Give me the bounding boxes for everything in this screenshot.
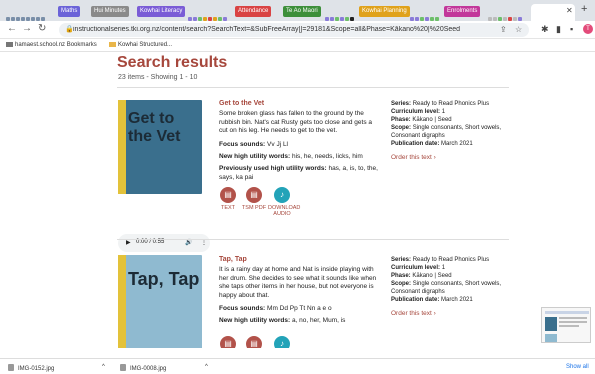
focus-sounds: Focus sounds: Mm Dd Pp Tt Nn a e o: [219, 305, 332, 312]
page-title: Search results: [117, 54, 228, 71]
folder-icon: [109, 42, 116, 47]
address-bar[interactable]: 🔒 instructionalseries.tki.org.nz/content…: [59, 23, 529, 37]
cover-spine: [118, 100, 126, 194]
meta-pubdate: Publication date: March 2021: [391, 297, 473, 303]
tab-te-ao-maori[interactable]: Te Ao Maori: [283, 6, 321, 17]
result-description: It is a rainy day at home and Nat is ins…: [219, 266, 377, 299]
bookmark-folder[interactable]: hamaest.school.nz Bookmarks: [6, 42, 97, 48]
results-count: 23 items - Showing 1 - 10: [118, 74, 198, 81]
image-file-icon: [120, 364, 126, 371]
image-file-icon: [8, 364, 14, 371]
tab-strip: Maths Hui Minutes Kowhai Literacy Attend…: [0, 0, 595, 21]
previous-high-utility-words: Previously used high utility words: has,…: [219, 165, 378, 181]
divider: [117, 239, 509, 240]
divider: [117, 87, 509, 88]
back-icon[interactable]: ←: [7, 23, 17, 34]
extensions-icon[interactable]: ✱: [541, 24, 549, 35]
download-audio-button[interactable]: ♪ DOWNLOAD AUDIO: [268, 187, 300, 217]
new-high-utility-words: New high utility words: his, he, needs, …: [219, 153, 363, 160]
book-icon: ▤: [220, 336, 236, 348]
tab-kowhai-planning[interactable]: Kowhai Planning: [359, 6, 410, 17]
profile-avatar[interactable]: T: [583, 24, 593, 34]
bookmarks-icon: [6, 42, 13, 47]
order-text-link[interactable]: Order this text ›: [391, 154, 436, 161]
chevron-up-icon[interactable]: ^: [102, 364, 105, 370]
bookmark-item[interactable]: Kowhai Structured...: [109, 42, 172, 48]
book-cover[interactable]: Tap, Tap: [118, 255, 202, 348]
result-meta: Series: Ready to Read Phonics Plus Curri…: [391, 100, 511, 148]
tab-maths[interactable]: Maths: [58, 6, 81, 17]
meta-scope: Scope: Single consonants, Short vowels, …: [391, 125, 502, 139]
music-note-icon: ♪: [274, 336, 290, 348]
result-description: Some broken glass has fallen to the grou…: [219, 110, 372, 134]
downloads-bar: IMG-0152.jpg ^ IMG-0008.jpg ^ Show all: [0, 358, 595, 374]
more-options-icon[interactable]: ⋮: [201, 239, 207, 246]
cover-spine: [118, 255, 126, 348]
download-item[interactable]: IMG-0008.jpg: [120, 364, 166, 372]
page-content: Search results 23 items - Showing 1 - 10…: [0, 52, 595, 348]
pdf-icon: ▤: [246, 187, 262, 203]
focus-sounds: Focus sounds: Vv Jj Ll: [219, 141, 288, 148]
result-title[interactable]: Tap, Tap: [219, 256, 247, 263]
play-icon[interactable]: ▶: [126, 239, 131, 246]
new-high-utility-words: New high utility words: a, no, her, Mum,…: [219, 317, 346, 324]
audio-player[interactable]: ▶ 0:00 / 0:55 🔊 ⋮: [118, 234, 210, 252]
music-note-icon: ♪: [274, 187, 290, 203]
result-meta: Series: Ready to Read Phonics Plus Curri…: [391, 256, 511, 304]
tab-hui-minutes[interactable]: Hui Minutes: [91, 6, 129, 17]
share-icon[interactable]: ⇪: [500, 25, 507, 34]
meta-pubdate: Publication date: March 2021: [391, 141, 473, 147]
book-icon: ▤: [220, 187, 236, 203]
download-item[interactable]: IMG-0152.jpg: [8, 364, 54, 372]
volume-icon[interactable]: 🔊: [185, 239, 192, 246]
meta-phase: Phase: Kākano | Seed: [391, 117, 452, 123]
book-cover[interactable]: Get to the Vet: [118, 100, 202, 194]
new-tab-button[interactable]: +: [581, 3, 587, 15]
result-title[interactable]: Get to the Vet: [219, 100, 264, 107]
bookmarks-bar: hamaest.school.nz Bookmarks Kowhai Struc…: [0, 39, 595, 52]
screenshot-preview[interactable]: [541, 307, 591, 343]
bookmark-star-icon[interactable]: ☆: [515, 25, 522, 34]
download-audio-button[interactable]: ♪: [268, 336, 296, 348]
tsm-pdf-button[interactable]: ▤: [240, 336, 268, 348]
show-all-button[interactable]: Show all: [566, 364, 589, 370]
tab-attendance[interactable]: Attendance: [235, 6, 272, 17]
tab-enrolments[interactable]: Enrolments: [444, 6, 481, 17]
reload-icon[interactable]: ↻: [38, 23, 46, 34]
close-tab-icon[interactable]: ✕: [566, 6, 573, 15]
meta-curriculum: Curriculum level: 1: [391, 265, 446, 271]
cast-icon[interactable]: ▪: [570, 24, 573, 34]
meta-scope: Scope: Single consonants, Short vowels, …: [391, 281, 502, 295]
browser-toolbar: ← → ↻ 🔒 instructionalseries.tki.org.nz/c…: [0, 21, 595, 39]
side-panel-icon[interactable]: ▮: [556, 24, 561, 35]
meta-phase: Phase: Kākano | Seed: [391, 273, 452, 279]
tab-kowhai-literacy[interactable]: Kowhai Literacy: [137, 6, 186, 17]
cover-title: Get to the Vet: [128, 110, 181, 145]
tsm-pdf-button[interactable]: ▤ TSM PDF: [240, 187, 268, 211]
pdf-icon: ▤: [246, 336, 262, 348]
url-text[interactable]: instructionalseries.tki.org.nz/content/s…: [73, 26, 503, 33]
cover-title: Tap, Tap: [128, 269, 200, 289]
text-format-button[interactable]: ▤: [214, 336, 242, 348]
chevron-up-icon[interactable]: ^: [205, 364, 208, 370]
meta-series: Series: Ready to Read Phonics Plus: [391, 101, 490, 107]
meta-curriculum: Curriculum level: 1: [391, 109, 446, 115]
meta-series: Series: Ready to Read Phonics Plus: [391, 257, 490, 263]
order-text-link[interactable]: Order this text ›: [391, 310, 436, 317]
forward-icon[interactable]: →: [22, 23, 32, 34]
text-format-button[interactable]: ▤ TEXT: [214, 187, 242, 211]
